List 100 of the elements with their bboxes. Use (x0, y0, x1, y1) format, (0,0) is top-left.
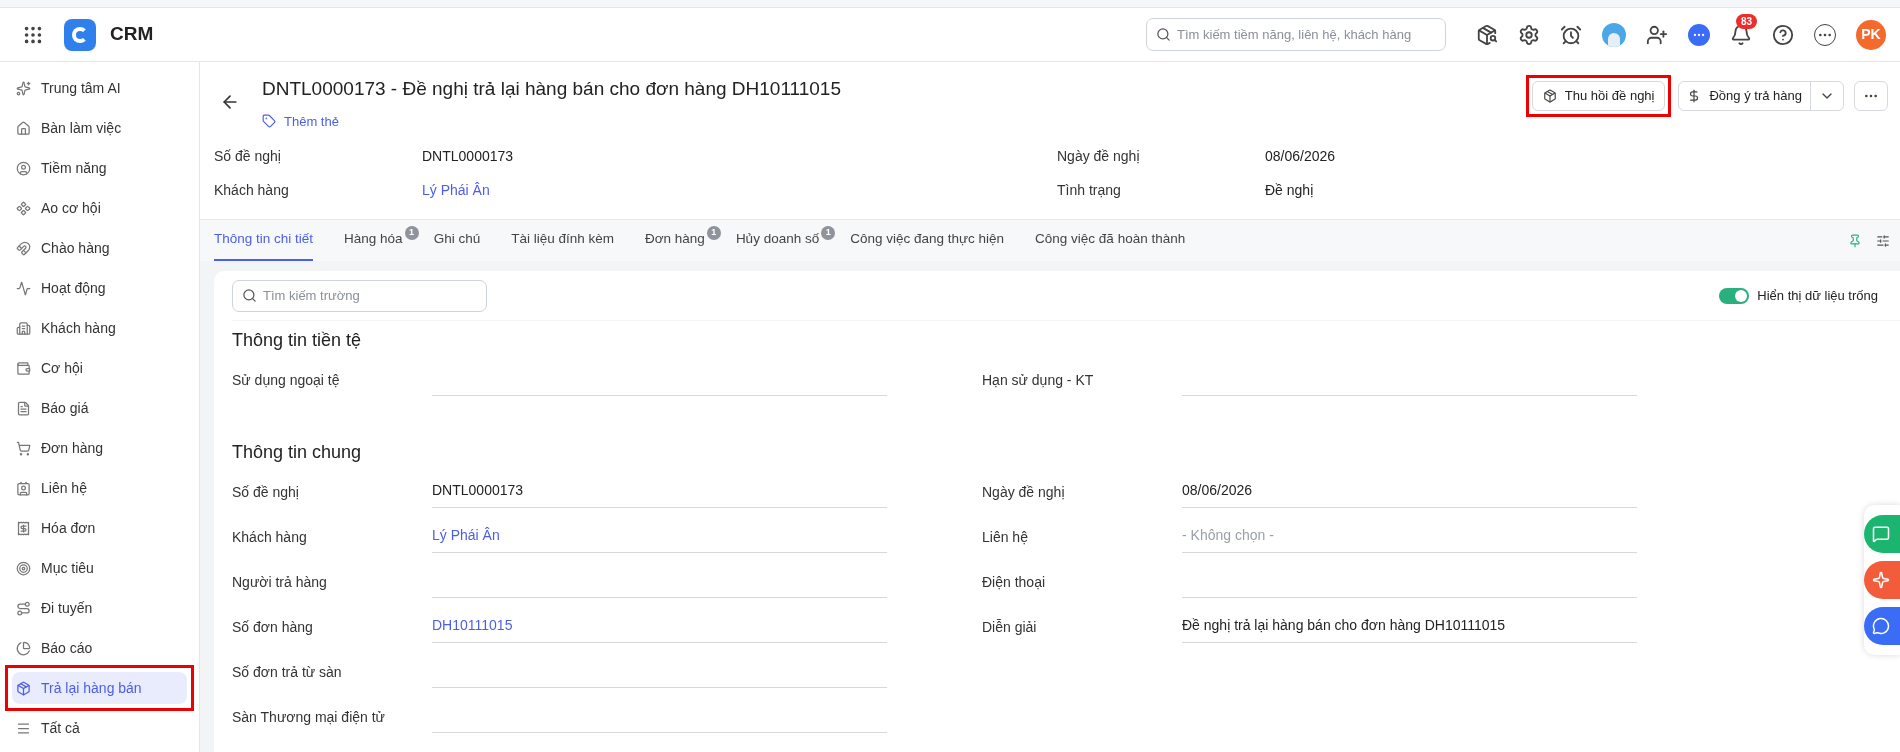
summary-label: Khách hàng (214, 180, 290, 200)
field-value[interactable]: DH10111015 (432, 609, 887, 643)
sidebar-item[interactable]: Cơ hội (12, 352, 187, 384)
field-label: Điện thoại (982, 573, 1047, 592)
box-search-icon[interactable] (1476, 23, 1498, 46)
sidebar-item[interactable]: Mục tiêu (12, 552, 187, 584)
sidebar-item[interactable]: Hoạt động (12, 272, 187, 304)
field-value[interactable]: 08/06/2026 (1182, 474, 1637, 508)
section-title: Thông tin chung (232, 441, 363, 464)
sparkle-icon (1872, 571, 1890, 589)
sidebar-item[interactable]: Bàn làm việc (12, 112, 187, 144)
tab-badge: 1 (404, 226, 419, 240)
alarm-clock-icon[interactable] (1560, 23, 1582, 46)
ai-button[interactable] (1864, 561, 1900, 599)
user-avatar[interactable] (1602, 22, 1626, 47)
field-label: Số đề nghị (232, 483, 300, 502)
sidebar-item[interactable]: Khách hàng (12, 312, 187, 344)
tag-icon (262, 114, 276, 129)
field-label: Sử dụng ngoại tệ (232, 371, 341, 390)
search-icon (242, 287, 257, 303)
settings-icon[interactable] (1518, 23, 1540, 46)
chat-button[interactable] (1688, 23, 1710, 46)
tab[interactable]: Ghi chú (433, 220, 481, 261)
document-icon (16, 400, 31, 416)
wallet-icon (16, 360, 31, 376)
sidebar-item[interactable]: Ao cơ hội (12, 192, 187, 224)
help-icon[interactable] (1772, 23, 1794, 46)
sidebar-item[interactable]: Chào hàng (12, 232, 187, 264)
tab-badge: 1 (706, 226, 721, 240)
field-value[interactable]: Lý Phái Ân (432, 519, 887, 553)
pin-icon[interactable] (1848, 233, 1862, 248)
field-placeholder: - Không chọn - (1182, 526, 1274, 545)
toggle-label: Hiển thị dữ liệu trống (1757, 286, 1878, 305)
message-button[interactable] (1864, 607, 1900, 645)
cart-icon (16, 440, 31, 456)
sidebar-item[interactable]: Liên hệ (12, 472, 187, 504)
crm-logo-icon (64, 18, 96, 51)
summary-link[interactable]: Lý Phái Ân (422, 179, 490, 201)
sidebar-item[interactable]: Hóa đơn (12, 512, 187, 544)
route-icon (16, 600, 31, 616)
sidebar-item[interactable]: Tất cả (12, 712, 187, 744)
app-name: CRM (110, 22, 154, 47)
sliders-icon[interactable] (1876, 233, 1890, 248)
home-icon (16, 120, 31, 136)
section-title: Thông tin tiền tệ (232, 329, 363, 352)
field-value[interactable]: Đề nghị trả lại hàng bán cho đơn hàng DH10111015 (1182, 609, 1637, 643)
action-button[interactable]: Thu hồi đề nghị (1531, 81, 1666, 111)
field-label: Liên hệ (982, 528, 1029, 547)
field-label: Sàn Thương mại điện tử (232, 708, 386, 727)
pulse-icon (16, 280, 31, 296)
field-text: DNTL0000173 (432, 481, 524, 500)
record-title: DNTL0000173 - Đề nghị trả lại hàng bán cho đơn hàng DH10111015 (262, 77, 842, 101)
magnet-icon (16, 240, 31, 256)
search-field[interactable]: Tìm kiếm tiềm năng, liên hệ, khách hàng (1146, 18, 1446, 51)
sidebar-item[interactable]: Đơn hàng (12, 432, 187, 464)
field-label: Khách hàng (232, 528, 308, 547)
pie-chart-icon (16, 640, 31, 656)
field-label: Số đơn trả từ sàn (232, 663, 343, 682)
tab[interactable]: Công việc đã hoàn thành (1035, 220, 1186, 261)
split-button[interactable]: Đồng ý trả hàng (1678, 81, 1844, 111)
sidebar-item[interactable]: Báo giá (12, 392, 187, 424)
box-icon (16, 680, 31, 696)
receipt-icon (16, 520, 31, 536)
action-label: Đồng ý trả hàng (1709, 87, 1802, 106)
toggle-switch[interactable] (1719, 287, 1750, 304)
notification-badge: 83 (1736, 13, 1758, 29)
sidebar-item[interactable]: Báo cáo (12, 632, 187, 664)
tab[interactable]: Tài liệu đính kèm (511, 220, 614, 261)
chat-button[interactable] (1864, 515, 1900, 553)
sidebar-item[interactable]: Trả lại hàng bán (12, 672, 187, 704)
field-label: Diễn giải (982, 618, 1038, 637)
summary-label: Tình trạng (1057, 180, 1122, 200)
field-label: Số đơn hàng (232, 618, 314, 637)
search-icon (1156, 27, 1171, 42)
summary-label: Ngày đề nghị (1057, 146, 1141, 166)
tab[interactable]: Công việc đang thực hiện (850, 220, 1005, 261)
add-tag-text: Thêm thẻ (284, 112, 339, 131)
summary-value: DNTL0000173 (422, 146, 514, 166)
sidebar-item[interactable]: Đi tuyến (12, 592, 187, 624)
field-value[interactable]: DNTL0000173 (432, 474, 887, 508)
summary-value: 08/06/2026 (1265, 146, 1336, 166)
sidebar-item[interactable]: Tiềm năng (12, 152, 187, 184)
field-text: Đề nghị trả lại hàng bán cho đơn hàng DH10111015 (1182, 616, 1506, 635)
field-search[interactable]: Tìm kiếm trường (232, 279, 487, 312)
message-icon (1872, 617, 1890, 635)
sparkles-icon (16, 80, 31, 96)
field-link[interactable]: Lý Phái Ân (432, 525, 500, 546)
add-tag-link[interactable]: Thêm thẻ (262, 111, 1529, 131)
field-text: 08/06/2026 (1182, 481, 1253, 500)
user-circle-icon (16, 160, 31, 176)
circles-icon (16, 200, 31, 216)
sidebar-item[interactable]: Trung tâm AI (12, 72, 187, 104)
chat-bubble-icon (1872, 525, 1890, 543)
menu-icon (16, 720, 31, 736)
contact-card-icon (16, 480, 31, 496)
add-user-icon[interactable] (1646, 23, 1668, 46)
target-icon (16, 560, 31, 576)
field-link[interactable]: DH10111015 (432, 615, 513, 636)
field-label: Ngày đề nghị (982, 483, 1066, 502)
summary-label: Số đề nghị (214, 146, 282, 166)
